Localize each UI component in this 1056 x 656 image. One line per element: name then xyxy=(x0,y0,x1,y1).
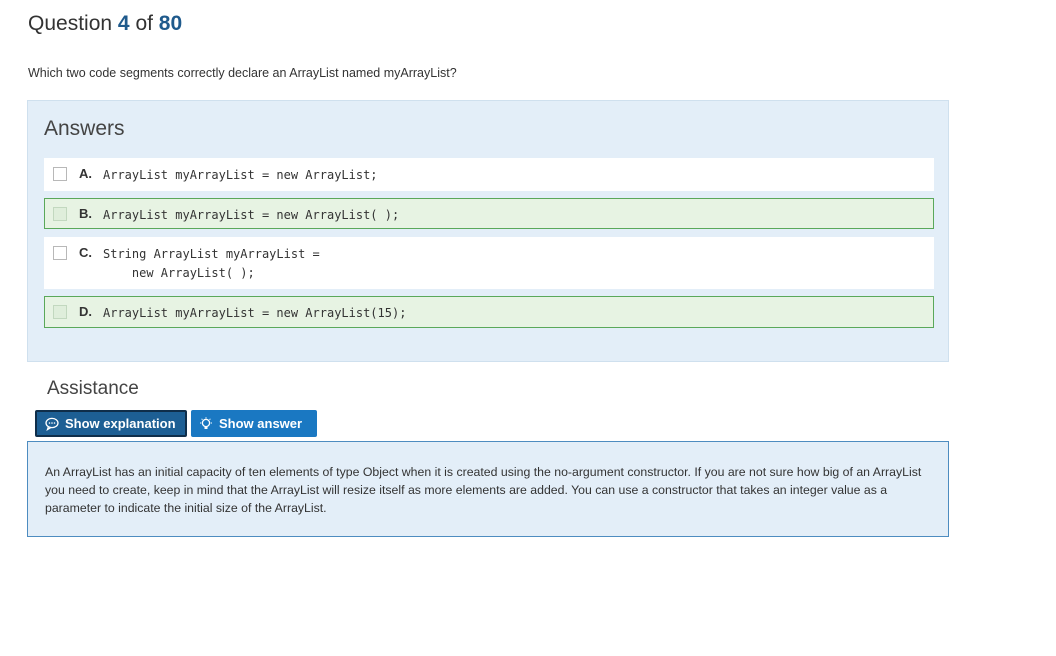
show-explanation-label: Show explanation xyxy=(65,416,176,431)
assistance-title: Assistance xyxy=(47,378,139,399)
answer-option-a[interactable]: A. ArrayList myArrayList = new ArrayList… xyxy=(44,158,934,191)
option-code: ArrayList myArrayList = new ArrayList; xyxy=(103,168,378,182)
question-counter: Question 4 of 80 xyxy=(28,12,182,36)
answer-option-b[interactable]: B. ArrayList myArrayList = new ArrayList… xyxy=(44,198,934,229)
question-current-number: 4 xyxy=(117,12,130,35)
option-code: String ArrayList myArrayList = new Array… xyxy=(103,247,320,280)
show-explanation-button[interactable]: Show explanation xyxy=(35,410,187,437)
speech-bubble-icon xyxy=(45,417,59,431)
checkbox[interactable] xyxy=(53,305,67,319)
option-code: ArrayList myArrayList = new ArrayList(15… xyxy=(103,306,407,320)
explanation-panel: An ArrayList has an initial capacity of … xyxy=(27,441,949,537)
question-total-number: 80 xyxy=(158,12,183,35)
option-letter: D. xyxy=(79,304,92,319)
answers-panel: Answers A. ArrayList myArrayList = new A… xyxy=(27,100,949,362)
answer-option-c[interactable]: C. String ArrayList myArrayList = new Ar… xyxy=(44,237,934,289)
show-answer-label: Show answer xyxy=(219,416,303,431)
question-counter-separator: of xyxy=(135,12,153,35)
answers-title: Answers xyxy=(44,117,125,140)
option-letter: B. xyxy=(79,206,92,221)
lightbulb-icon xyxy=(199,416,213,431)
option-letter: C. xyxy=(79,245,92,260)
question-counter-prefix: Question xyxy=(28,12,113,35)
option-code: ArrayList myArrayList = new ArrayList( )… xyxy=(103,208,400,222)
checkbox[interactable] xyxy=(53,167,67,181)
practice-test-page: Question 4 of 80 Which two code segments… xyxy=(0,0,1056,656)
answer-option-d[interactable]: D. ArrayList myArrayList = new ArrayList… xyxy=(44,296,934,328)
explanation-text: An ArrayList has an initial capacity of … xyxy=(45,465,922,515)
option-letter: A. xyxy=(79,166,92,181)
show-answer-button[interactable]: Show answer xyxy=(191,410,317,437)
checkbox[interactable] xyxy=(53,207,67,221)
checkbox[interactable] xyxy=(53,246,67,260)
question-text: Which two code segments correctly declar… xyxy=(28,66,457,80)
